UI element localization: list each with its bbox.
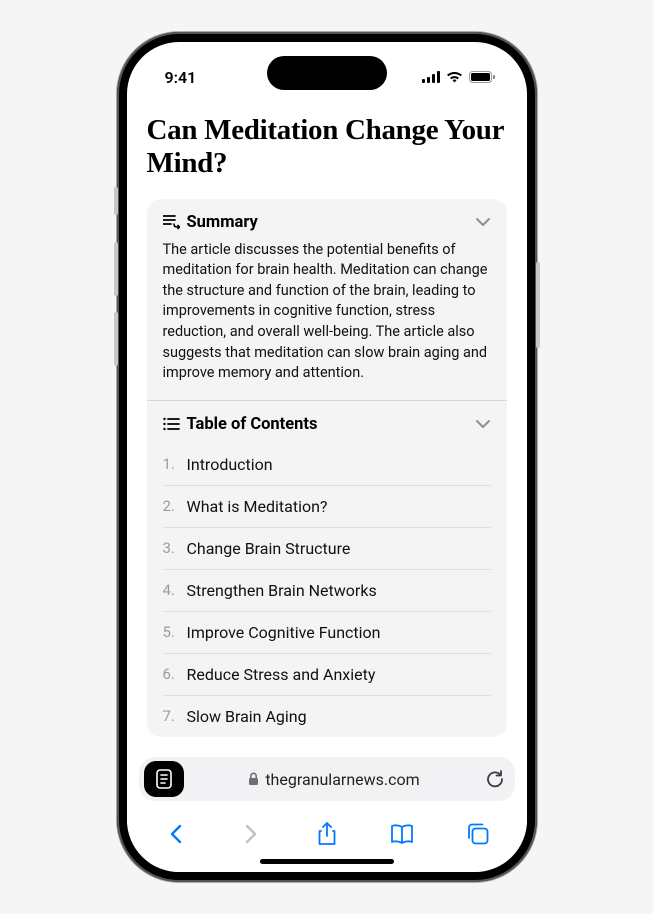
toc-item[interactable]: 4. Strengthen Brain Networks (163, 570, 491, 612)
toolbar (139, 809, 515, 853)
wifi-icon (446, 71, 463, 83)
toc-label: Strengthen Brain Networks (187, 581, 377, 600)
back-button[interactable] (161, 823, 191, 845)
summary-title: Summary (187, 213, 258, 232)
summary-icon (163, 215, 180, 230)
silent-switch (114, 187, 118, 215)
status-time: 9:41 (165, 68, 197, 87)
toc-title: Table of Contents (187, 415, 318, 434)
chevron-down-icon (475, 217, 491, 227)
toc-number: 6. (163, 665, 179, 683)
toc-item[interactable]: 5. Improve Cognitive Function (163, 612, 491, 654)
share-button[interactable] (312, 821, 342, 847)
toc-label: Reduce Stress and Anxiety (187, 665, 376, 684)
cellular-icon (422, 71, 440, 83)
side-button (536, 262, 540, 348)
lock-icon (248, 772, 259, 786)
battery-icon (469, 71, 495, 83)
toc-item[interactable]: 3. Change Brain Structure (163, 528, 491, 570)
toc-label: Slow Brain Aging (187, 707, 307, 726)
url-bar[interactable]: thegranularnews.com (139, 757, 515, 801)
url-display: thegranularnews.com (192, 770, 477, 789)
chevron-down-icon (475, 419, 491, 429)
reader-icon (156, 769, 172, 789)
toc-label: Improve Cognitive Function (187, 623, 381, 642)
toc-item[interactable]: 2. What is Meditation? (163, 486, 491, 528)
toc-number: 3. (163, 539, 179, 557)
volume-down-button (114, 312, 118, 366)
book-icon (390, 823, 414, 845)
toc-label: Introduction (187, 455, 273, 474)
toc-number: 1. (163, 455, 179, 473)
summary-header[interactable]: Summary (147, 199, 507, 240)
dynamic-island (267, 56, 387, 90)
reload-button[interactable] (485, 769, 505, 789)
toc-item[interactable]: 7. Slow Brain Aging (163, 696, 491, 737)
home-indicator[interactable] (260, 859, 394, 864)
forward-button[interactable] (236, 823, 266, 845)
volume-up-button (114, 242, 118, 296)
toc-label: What is Meditation? (187, 497, 328, 516)
share-icon (317, 821, 337, 847)
reader-card: Summary The article discusses the potent… (147, 199, 507, 737)
chevron-left-icon (169, 823, 183, 845)
toc-list: 1. Introduction 2. What is Meditation? 3. C… (147, 440, 507, 737)
tabs-icon (467, 823, 489, 845)
toc-icon (163, 417, 180, 431)
toc-item[interactable]: 1. Introduction (163, 444, 491, 486)
toc-number: 4. (163, 581, 179, 599)
url-text: thegranularnews.com (265, 770, 419, 789)
browser-chrome: thegranularnews.com (127, 757, 527, 872)
toc-item[interactable]: 6. Reduce Stress and Anxiety (163, 654, 491, 696)
toc-header[interactable]: Table of Contents (147, 401, 507, 440)
toc-number: 5. (163, 623, 179, 641)
page-content[interactable]: Can Meditation Change Your Mind? Summary… (127, 106, 527, 757)
tabs-button[interactable] (463, 823, 493, 845)
toc-number: 7. (163, 707, 179, 725)
article-title: Can Meditation Change Your Mind? (147, 114, 507, 181)
screen: 9:41 Can Meditation Change Your Mind? (127, 42, 527, 872)
toc-label: Change Brain Structure (187, 539, 351, 558)
status-indicators (422, 71, 495, 83)
summary-body: The article discusses the potential bene… (147, 240, 507, 400)
bookmarks-button[interactable] (387, 823, 417, 845)
toc-number: 2. (163, 497, 179, 515)
reload-icon (485, 769, 505, 789)
reader-mode-button[interactable] (144, 761, 184, 797)
phone-frame: 9:41 Can Meditation Change Your Mind? (117, 32, 537, 882)
chevron-right-icon (244, 823, 258, 845)
